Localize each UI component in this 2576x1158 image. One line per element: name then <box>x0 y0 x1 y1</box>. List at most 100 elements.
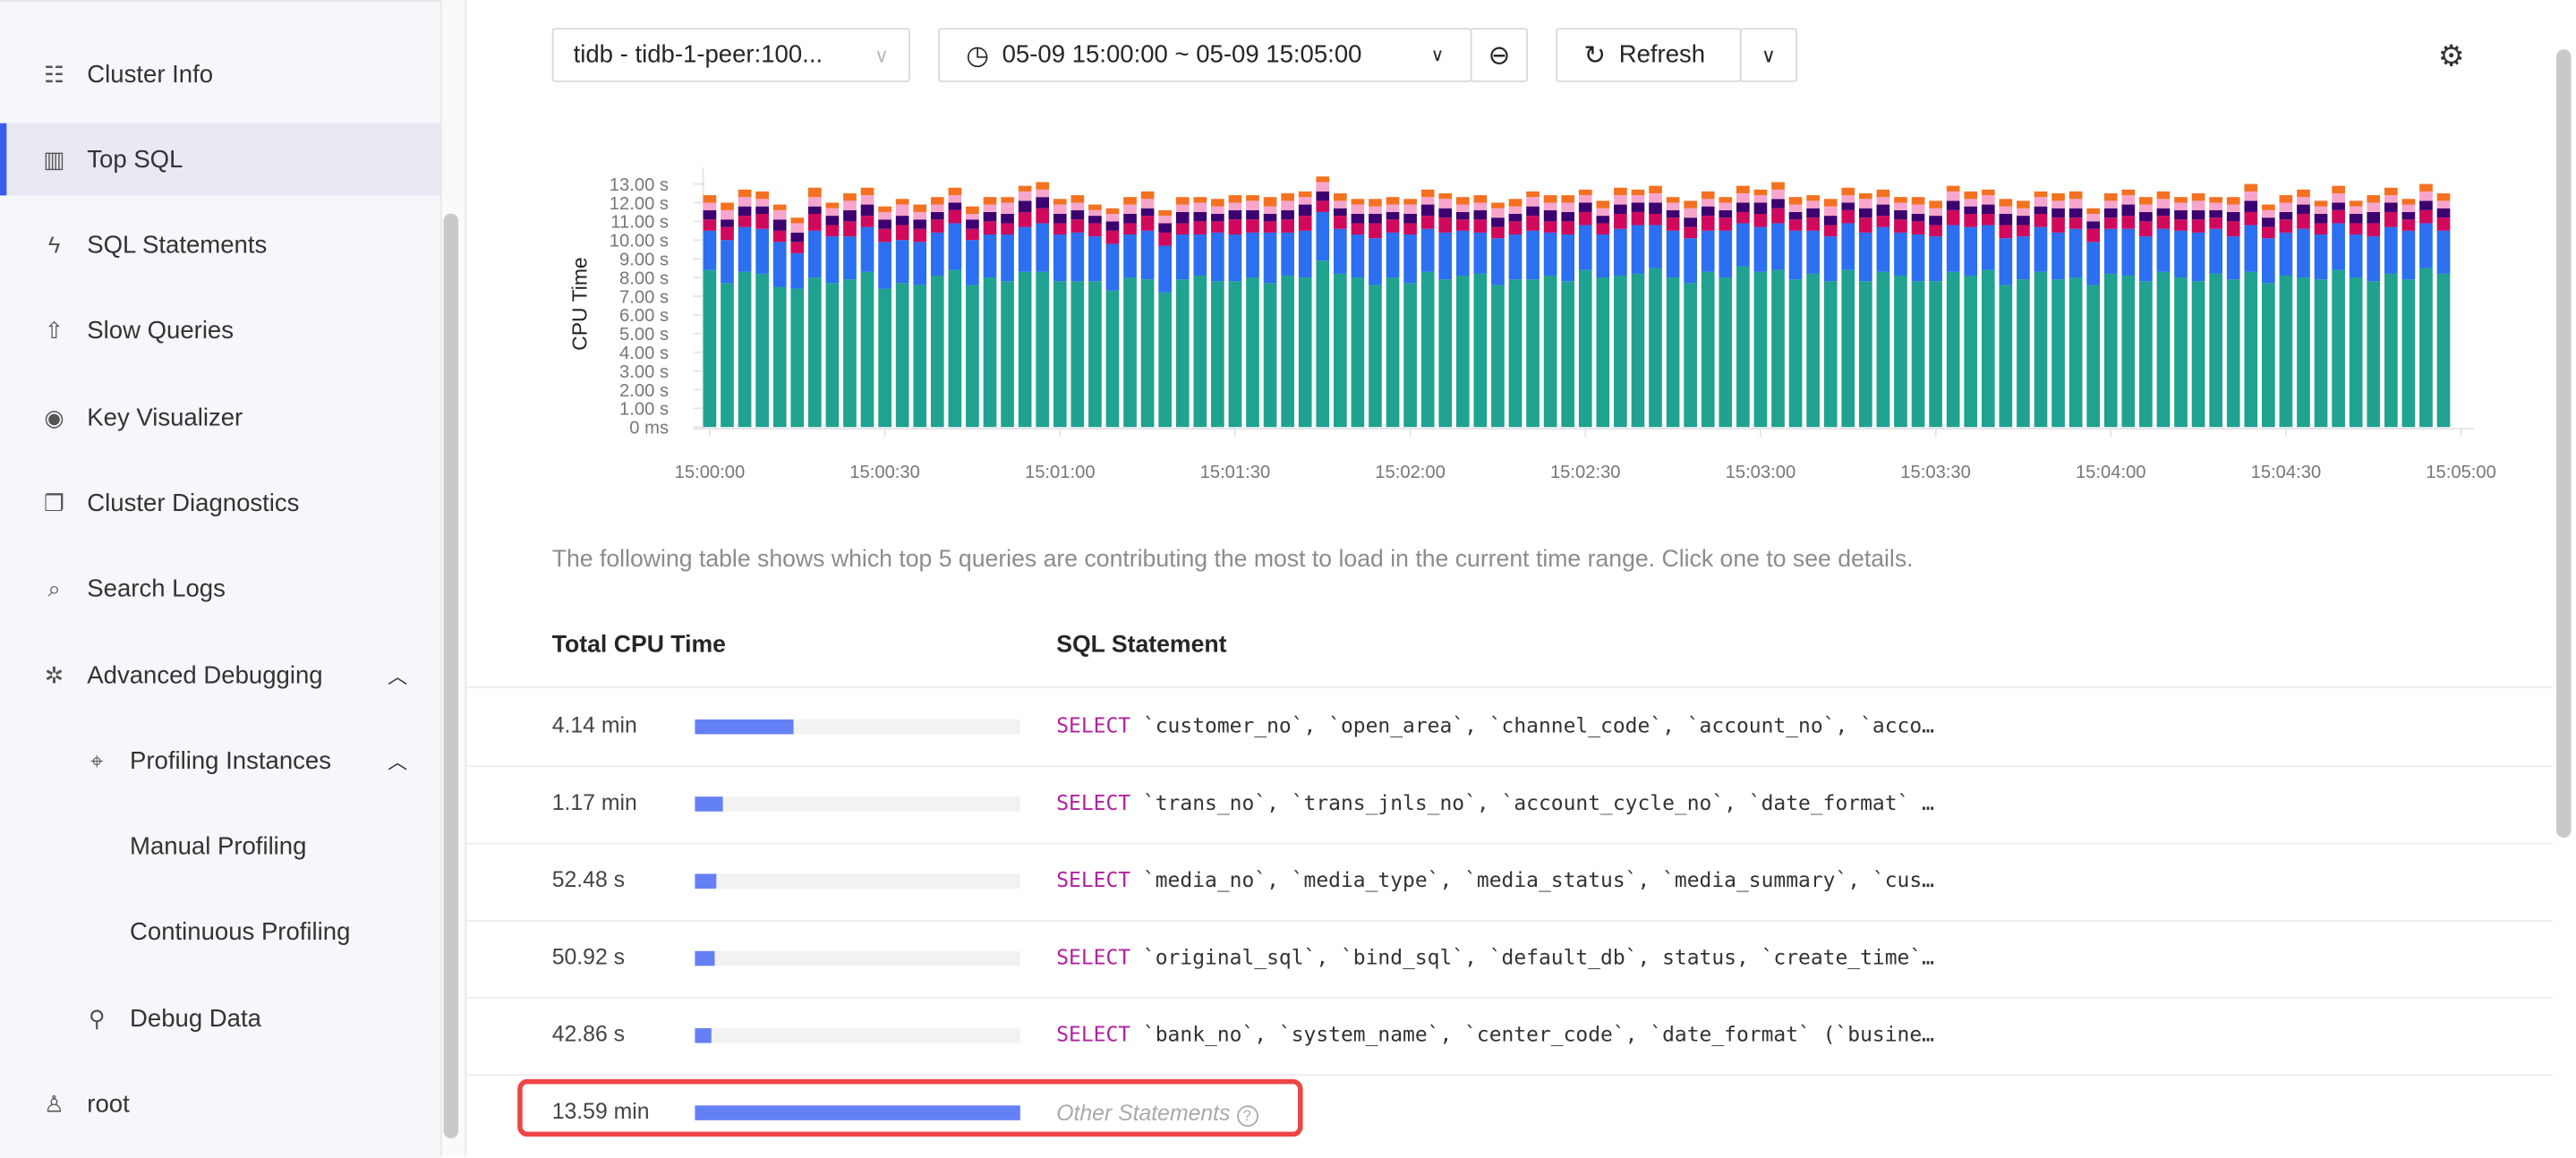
bar-segment-q3 <box>1263 221 1277 233</box>
bar-segment-q5 <box>2156 199 2171 209</box>
zoom-out-button[interactable]: ⊖ <box>1470 28 1529 82</box>
bar-segment-q2 <box>1281 232 1294 276</box>
refresh-button[interactable]: ↻ Refresh <box>1556 28 1742 82</box>
bar-segment-q2 <box>966 240 979 285</box>
table-row[interactable]: 42.86 s SELECT `bank_no`, `system_name`,… <box>466 997 2553 1074</box>
bar-segment-q5 <box>860 195 874 205</box>
bar-segment-q4 <box>1999 214 2013 226</box>
bar-segment-q4 <box>790 232 805 243</box>
sidebar-item-key-visualizer[interactable]: ◉ Key Visualizer <box>0 381 440 454</box>
sidebar-item-debug-data[interactable]: ⚲ Debug Data <box>0 983 440 1055</box>
bar-segment-q4 <box>2367 211 2381 224</box>
sidebar-item-sql-statements[interactable]: ϟ SQL Statements <box>0 209 440 281</box>
bar-segment-q3 <box>1246 219 1259 233</box>
bar-segment-q3 <box>2209 217 2222 229</box>
sidebar-item-manual-profiling[interactable]: Manual Profiling <box>0 810 440 882</box>
bar-segment-q5 <box>1263 206 1277 215</box>
main-scrollbar[interactable] <box>2556 49 2572 839</box>
bar-segment-q5 <box>2436 200 2451 209</box>
sidebar-item-label: Cluster Diagnostics <box>87 489 300 517</box>
table-row[interactable]: 1.17 min SELECT `trans_no`, `trans_jnls_… <box>466 765 2553 842</box>
y-tick-label: 9.00 s <box>619 251 669 270</box>
bar-segment-q4 <box>1614 204 1627 215</box>
bar-segment-q4 <box>1088 216 1102 224</box>
bar-segment-q1 <box>1455 275 1470 428</box>
bar-segment-q2 <box>1473 232 1488 274</box>
bar-segment-q4 <box>1298 204 1312 217</box>
bar-segment-q1 <box>2068 277 2083 428</box>
bar-segment-q4 <box>1263 214 1277 222</box>
bar-segment-q1 <box>1298 277 1312 428</box>
y-tick-label: 6.00 s <box>619 306 669 326</box>
table-row[interactable]: 4.14 min SELECT `customer_no`, `open_are… <box>466 688 2553 765</box>
bar-segment-q3 <box>703 219 717 231</box>
x-tick-label: 15:00:00 <box>675 463 746 482</box>
bar-segment-q2 <box>1614 228 1627 276</box>
sidebar-item-search-logs[interactable]: ⌕ Search Logs <box>0 552 440 625</box>
sidebar-item-top-sql[interactable]: ▥ Top SQL <box>0 123 440 196</box>
bar-segment-other <box>1999 199 2013 207</box>
bar-segment-other <box>1175 197 1190 205</box>
bar-segment-q4 <box>1403 214 1417 224</box>
bar-segment-q3 <box>1788 219 1803 231</box>
bar-segment-q2 <box>1876 226 1890 272</box>
bar-segment-q5 <box>1684 208 1697 218</box>
bar-segment-other <box>2121 189 2136 196</box>
sidebar-item-cluster-info[interactable]: ☷ Cluster Info <box>0 38 440 110</box>
bar-segment-q2 <box>2209 228 2222 274</box>
bar-segment-q2 <box>843 236 857 280</box>
bar-segment-q1 <box>2314 279 2328 428</box>
time-range-picker[interactable]: ◷ 05-09 15:00:00 ~ 05-09 15:05:00 ∨ <box>938 28 1472 82</box>
bar-segment-q1 <box>1473 273 1488 428</box>
bar-segment-q1 <box>1701 271 1715 428</box>
bar-segment-q3 <box>1333 216 1347 229</box>
bar-segment-q4 <box>860 204 874 217</box>
cpu-time-bar-fill <box>695 796 723 812</box>
bar-segment-other <box>1964 191 1978 200</box>
bar-segment-q1 <box>1246 277 1259 428</box>
bar-segment-q4 <box>1631 202 1645 212</box>
sidebar-item-continuous-profiling[interactable]: Continuous Profiling <box>0 895 440 967</box>
bar-segment-q4 <box>1369 214 1382 224</box>
settings-gear-icon[interactable]: ⚙ <box>2438 39 2465 74</box>
bar-segment-other <box>772 204 787 210</box>
y-tick-label: 5.00 s <box>619 325 669 345</box>
sidebar-item-profiling-instances[interactable]: ⌖ Profiling Instances ︿ <box>0 724 440 796</box>
bar-segment-q5 <box>1298 197 1312 205</box>
bar-segment-other <box>1929 200 1942 209</box>
bar-segment-q4 <box>2051 208 2065 218</box>
bar-segment-q2 <box>2279 232 2293 276</box>
bar-segment-q4 <box>1526 206 1540 217</box>
sidebar-item-slow-queries[interactable]: ⇧ Slow Queries <box>0 294 440 367</box>
bar-segment-other <box>1088 204 1102 210</box>
sidebar-scrollbar[interactable] <box>443 213 459 1139</box>
sql-text: `trans_no`, `trans_jnls_no`, `account_cy… <box>1142 789 1934 815</box>
table-row[interactable]: 50.92 s SELECT `original_sql`, `bind_sql… <box>466 920 2553 997</box>
bar-segment-q5 <box>2103 200 2118 209</box>
bar-segment-q2 <box>2034 226 2048 272</box>
bar-segment-q1 <box>1666 277 1680 428</box>
bar-segment-q5 <box>2034 197 2048 207</box>
bar-segment-other <box>1316 176 1330 183</box>
bar-segment-q5 <box>1841 195 1855 203</box>
bar-segment-other <box>1823 199 1838 207</box>
bar-segment-q1 <box>1105 290 1120 428</box>
instance-select[interactable]: tidb - tidb-1-peer:100... ∨ <box>551 28 910 82</box>
sidebar-item-advanced-debugging[interactable]: ✲ Advanced Debugging ︿ <box>0 639 440 711</box>
clock-icon: ◷ <box>966 41 989 71</box>
bar-segment-q5 <box>1719 202 1733 210</box>
bar-segment-q4 <box>1001 214 1014 224</box>
sidebar-item-label: Debug Data <box>130 1004 261 1033</box>
bar-segment-q5 <box>1175 204 1190 212</box>
bar-segment-other <box>2401 199 2416 205</box>
sidebar-item-user[interactable]: ♙ root <box>0 1068 440 1140</box>
bar-segment-q1 <box>1123 277 1137 428</box>
refresh-options-button[interactable]: ∨ <box>1739 28 1798 82</box>
bar-segment-q5 <box>721 209 734 220</box>
table-row[interactable]: 52.48 s SELECT `media_no`, `media_type`,… <box>466 843 2553 920</box>
bar-segment-q5 <box>1614 195 1627 205</box>
bar-segment-q4 <box>1858 208 1872 218</box>
sidebar-item-cluster-diagnostics[interactable]: ❐ Cluster Diagnostics <box>0 466 440 539</box>
bug-icon: ✲ <box>44 660 64 688</box>
bar-segment-q4 <box>1438 208 1453 218</box>
